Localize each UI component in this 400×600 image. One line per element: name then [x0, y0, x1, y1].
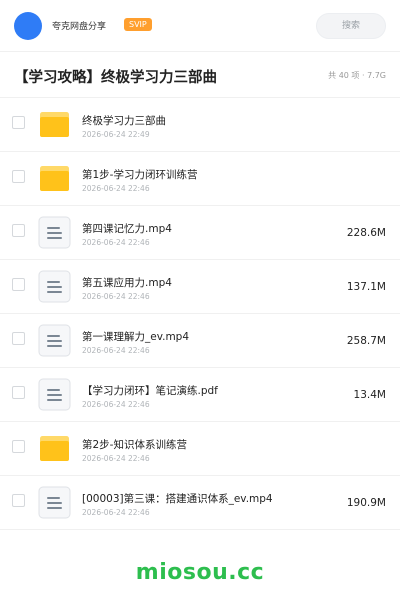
list-item[interactable]: 第四课记忆力.mp4 2026-06-24 22:46 228.6M: [0, 206, 400, 260]
avatar[interactable]: [14, 12, 42, 40]
watermark: miosou.cc: [135, 560, 265, 585]
file-size: 137.1M: [346, 281, 386, 293]
file-icon: [38, 378, 71, 411]
file-size: 13.4M: [353, 389, 386, 401]
list-item[interactable]: 第一课理解力_ev.mp4 2026-06-24 22:46 258.7M: [0, 314, 400, 368]
row-checkbox[interactable]: [12, 494, 25, 507]
item-name: 第1步-学习力闭环训练营: [82, 169, 198, 181]
item-date: 2026-06-24 22:46: [82, 292, 150, 301]
file-icon: [38, 270, 71, 303]
row-checkbox[interactable]: [12, 386, 25, 399]
file-icon: [38, 216, 71, 249]
row-checkbox[interactable]: [12, 278, 25, 291]
list-item[interactable]: 【学习力闭环】笔记演练.pdf 2026-06-24 22:46 13.4M: [0, 368, 400, 422]
list-item[interactable]: 第五课应用力.mp4 2026-06-24 22:46 137.1M: [0, 260, 400, 314]
item-date: 2026-06-24 22:46: [82, 238, 150, 247]
folder-icon: [38, 432, 71, 465]
row-checkbox[interactable]: [12, 440, 25, 453]
item-name: 终极学习力三部曲: [82, 115, 166, 127]
row-checkbox[interactable]: [12, 224, 25, 237]
file-icon: [38, 324, 71, 357]
item-summary: 共 40 项 · 7.7G: [328, 71, 386, 80]
search-input[interactable]: 搜索: [316, 13, 386, 39]
item-date: 2026-06-24 22:46: [82, 184, 150, 193]
file-size: 258.7M: [346, 335, 386, 347]
folder-header: 【学习攻略】终极学习力三部曲 共 40 项 · 7.7G: [0, 52, 400, 98]
item-date: 2026-06-24 22:49: [82, 130, 150, 139]
row-checkbox[interactable]: [12, 170, 25, 183]
item-name: 第四课记忆力.mp4: [82, 223, 172, 235]
list-item[interactable]: 第2步-知识体系训练营 2026-06-24 22:46: [0, 422, 400, 476]
item-date: 2026-06-24 22:46: [82, 454, 150, 463]
item-name: 第一课理解力_ev.mp4: [82, 331, 190, 343]
file-icon: [38, 486, 71, 519]
item-date: 2026-06-24 22:46: [82, 400, 150, 409]
item-name: 【学习力闭环】笔记演练.pdf: [82, 385, 218, 397]
list-item[interactable]: 终极学习力三部曲 2026-06-24 22:49: [0, 98, 400, 152]
folder-icon: [38, 108, 71, 141]
file-size: 190.9M: [346, 497, 386, 509]
file-list: 终极学习力三部曲 2026-06-24 22:49 第1步-学习力闭环训练营 2…: [0, 98, 400, 530]
item-name: 第五课应用力.mp4: [82, 277, 172, 289]
item-date: 2026-06-24 22:46: [82, 346, 150, 355]
row-checkbox[interactable]: [12, 116, 25, 129]
username: 夸克网盘分享: [52, 22, 107, 32]
list-item[interactable]: [00003]第三课：搭建通识体系_ev.mp4 2026-06-24 22:4…: [0, 476, 400, 530]
list-item[interactable]: 第1步-学习力闭环训练营 2026-06-24 22:46: [0, 152, 400, 206]
file-size: 228.6M: [346, 227, 386, 239]
item-date: 2026-06-24 22:46: [82, 508, 150, 517]
item-name: 第2步-知识体系训练营: [82, 439, 187, 451]
row-checkbox[interactable]: [12, 332, 25, 345]
vip-badge: SVIP: [124, 18, 152, 31]
folder-icon: [38, 162, 71, 195]
item-name: [00003]第三课：搭建通识体系_ev.mp4: [82, 493, 273, 505]
page-title: 【学习攻略】终极学习力三部曲: [14, 70, 217, 86]
top-bar: 夸克网盘分享 SVIP 搜索: [0, 0, 400, 52]
